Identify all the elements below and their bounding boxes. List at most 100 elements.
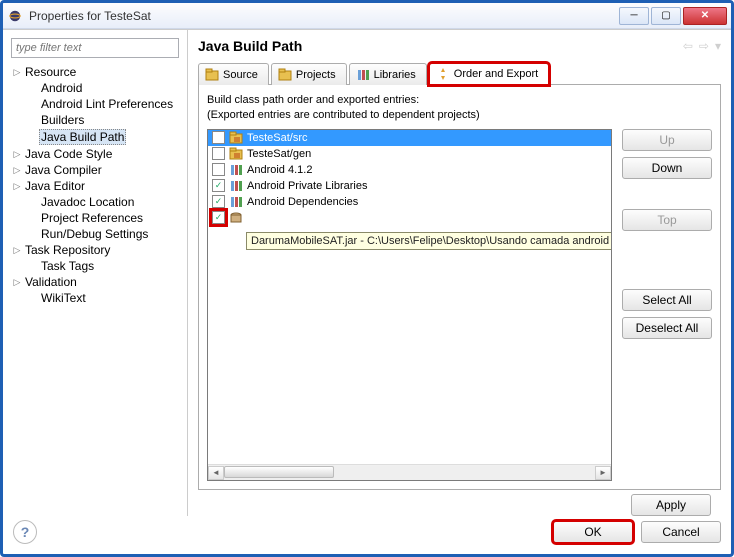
apply-button[interactable]: Apply	[631, 494, 711, 516]
order-body: TesteSat/src TesteSat/gen Android 4.1.2 ✓ An…	[207, 129, 712, 481]
package-icon	[229, 131, 243, 145]
checkbox[interactable]	[212, 131, 225, 144]
checkbox[interactable]	[212, 147, 225, 160]
tree-item[interactable]: Android	[11, 80, 187, 96]
tree-item[interactable]: ▷Java Editor	[11, 178, 187, 194]
checkbox[interactable]: ✓	[212, 211, 225, 224]
list-item[interactable]: ✓ Android Private Libraries	[208, 178, 611, 194]
scroll-thumb[interactable]	[224, 466, 334, 478]
expand-icon[interactable]: ▷	[11, 245, 23, 256]
tree-item[interactable]: ▷Validation	[11, 274, 187, 290]
tree-item[interactable]: WikiText	[11, 290, 187, 306]
main-panel: Java Build Path ⇦ ⇨ ▾ Source Projects	[188, 30, 731, 516]
window-controls: ─ ▢ ✕	[619, 7, 727, 25]
tab-order-export[interactable]: Order and Export	[429, 63, 549, 85]
order-export-icon	[436, 67, 450, 81]
tree-item[interactable]: ▷Java Compiler	[11, 162, 187, 178]
filter-input[interactable]	[11, 38, 179, 58]
h-scrollbar[interactable]: ◄ ►	[208, 464, 611, 480]
tab-libraries[interactable]: Libraries	[349, 63, 427, 85]
jar-icon	[229, 211, 243, 225]
top-button[interactable]: Top	[622, 209, 712, 231]
back-icon[interactable]: ⇦	[683, 39, 693, 53]
tree-item[interactable]: Javadoc Location	[11, 194, 187, 210]
up-button[interactable]: Up	[622, 129, 712, 151]
tree-item-label: Validation	[23, 275, 79, 289]
down-button[interactable]: Down	[622, 157, 712, 179]
deselect-all-button[interactable]: Deselect All	[622, 317, 712, 339]
tree-item[interactable]: Run/Debug Settings	[11, 226, 187, 242]
content-area: ▷ResourceAndroidAndroid Lint Preferences…	[3, 29, 731, 516]
maximize-button[interactable]: ▢	[651, 7, 681, 25]
tree-item[interactable]: ▷Task Repository	[11, 242, 187, 258]
ok-button[interactable]: OK	[553, 521, 633, 543]
tree-item-label: Run/Debug Settings	[39, 227, 150, 241]
tree-item-label: Java Code Style	[23, 147, 114, 161]
tree-item[interactable]: Builders	[11, 112, 187, 128]
scroll-left-icon[interactable]: ◄	[208, 466, 224, 480]
tree-item-label: Android	[39, 81, 84, 95]
select-all-button[interactable]: Select All	[622, 289, 712, 311]
library-icon	[229, 195, 243, 209]
package-icon	[229, 147, 243, 161]
tabs: Source Projects Libraries Order and Expo…	[198, 62, 721, 85]
tree-item-label: Task Repository	[23, 243, 112, 257]
library-icon	[229, 163, 243, 177]
expand-icon[interactable]: ▷	[11, 165, 23, 176]
window-title: Properties for TesteSat	[29, 9, 619, 23]
tab-source[interactable]: Source	[198, 63, 269, 85]
page-title: Java Build Path	[198, 38, 683, 54]
side-buttons: Up Down Top Bottom Select All Deselect A…	[622, 129, 712, 481]
sidebar: ▷ResourceAndroidAndroid Lint Preferences…	[3, 30, 188, 516]
list-item-label: Android 4.1.2	[247, 164, 312, 176]
expand-icon[interactable]: ▷	[11, 149, 23, 160]
checkbox[interactable]	[212, 163, 225, 176]
scroll-track[interactable]	[224, 466, 595, 480]
list-item[interactable]: ✓ Android Dependencies	[208, 194, 611, 210]
checkbox[interactable]: ✓	[212, 195, 225, 208]
minimize-button[interactable]: ─	[619, 7, 649, 25]
tree-item[interactable]: ▷Java Code Style	[11, 146, 187, 162]
list-item[interactable]: TesteSat/src	[208, 130, 611, 146]
tree-item-label: Java Build Path	[39, 129, 126, 145]
tree-item-label: Javadoc Location	[39, 195, 136, 209]
tree-item[interactable]: Project References	[11, 210, 187, 226]
tab-panel-order-export: Build class path order and exported entr…	[198, 85, 721, 490]
nav-menu-icon[interactable]: ▾	[715, 39, 721, 53]
list-item-label: TesteSat/src	[247, 132, 308, 144]
titlebar: Properties for TesteSat ─ ▢ ✕	[3, 3, 731, 29]
tree-item[interactable]: Java Build Path	[11, 128, 187, 146]
tooltip: DarumaMobileSAT.jar - C:\Users\Felipe\De…	[246, 232, 612, 250]
settings-tree[interactable]: ▷ResourceAndroidAndroid Lint Preferences…	[11, 64, 187, 508]
expand-icon[interactable]: ▷	[11, 181, 23, 192]
help-icon[interactable]: ?	[13, 520, 37, 544]
tree-item-label: Java Editor	[23, 179, 87, 193]
expand-icon[interactable]: ▷	[11, 67, 23, 78]
bottom-bar: ? OK Cancel	[3, 516, 731, 554]
cancel-button[interactable]: Cancel	[641, 521, 721, 543]
list-item[interactable]: ✓	[208, 210, 611, 226]
list-item-label: Android Dependencies	[247, 196, 358, 208]
library-icon	[229, 179, 243, 193]
entries-list[interactable]: TesteSat/src TesteSat/gen Android 4.1.2 ✓ An…	[207, 129, 612, 481]
list-item[interactable]: TesteSat/gen	[208, 146, 611, 162]
libraries-icon	[356, 68, 370, 82]
filter-box	[11, 38, 179, 58]
main-header: Java Build Path ⇦ ⇨ ▾	[198, 38, 721, 54]
tree-item-label: Project References	[39, 211, 145, 225]
forward-icon[interactable]: ⇨	[699, 39, 709, 53]
tree-item[interactable]: Android Lint Preferences	[11, 96, 187, 112]
tree-item[interactable]: ▷Resource	[11, 64, 187, 80]
close-button[interactable]: ✕	[683, 7, 727, 25]
tab-projects[interactable]: Projects	[271, 63, 347, 85]
expand-icon[interactable]: ▷	[11, 277, 23, 288]
tree-item-label: Resource	[23, 65, 78, 79]
eclipse-icon	[7, 8, 23, 24]
list-item-label: Android Private Libraries	[247, 180, 367, 192]
scroll-right-icon[interactable]: ►	[595, 466, 611, 480]
list-item[interactable]: Android 4.1.2	[208, 162, 611, 178]
checkbox[interactable]: ✓	[212, 179, 225, 192]
properties-window: Properties for TesteSat ─ ▢ ✕ ▷ResourceA…	[0, 0, 734, 557]
tree-item[interactable]: Task Tags	[11, 258, 187, 274]
apply-row: Apply	[198, 490, 721, 516]
